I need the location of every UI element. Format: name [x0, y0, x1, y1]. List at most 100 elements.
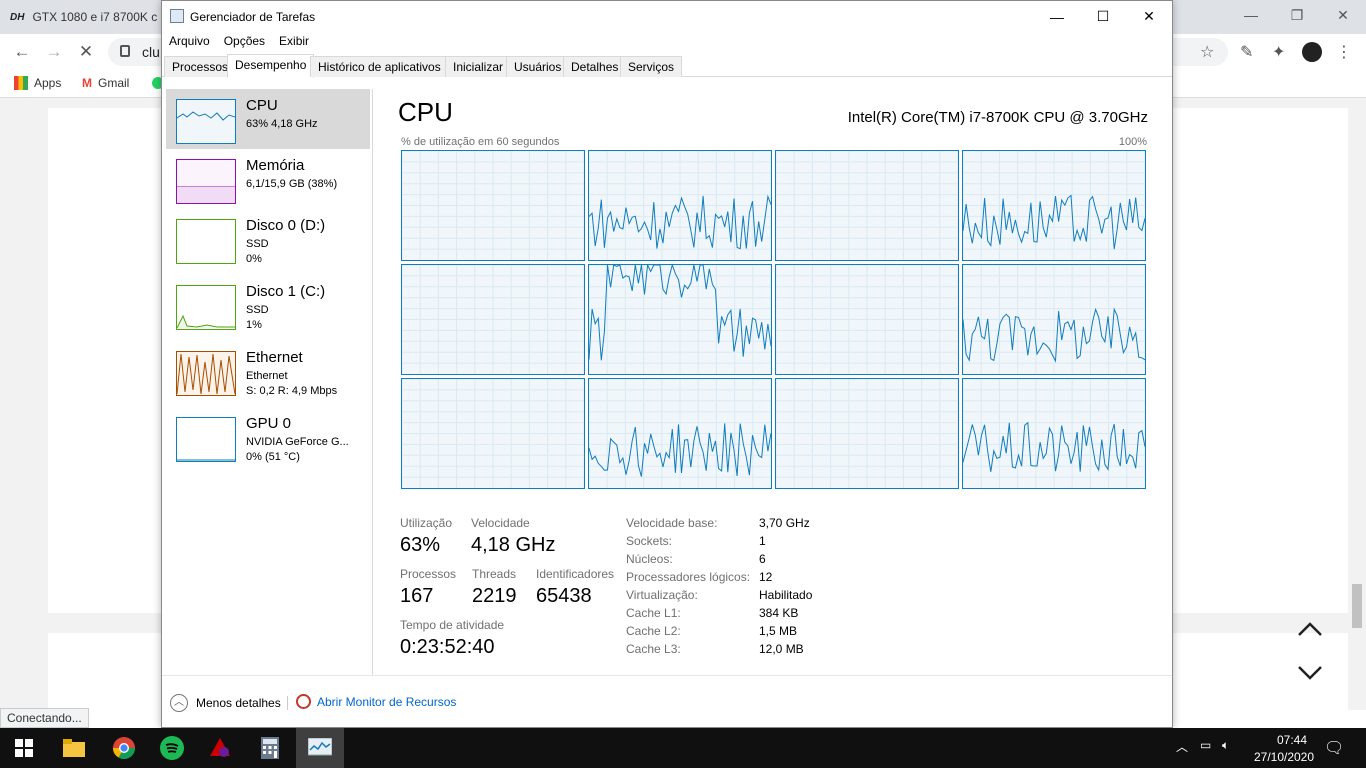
tab-historico[interactable]: Histórico de aplicativos	[310, 56, 449, 77]
sidebar-item-label: Disco 1 (C:)	[246, 283, 326, 300]
task-manager-taskbar-icon[interactable]	[296, 728, 344, 768]
browser-menu-icon[interactable]: ⋮	[1336, 42, 1352, 62]
bookmark-apps[interactable]: Apps	[14, 76, 61, 90]
core-graph-5	[401, 264, 585, 375]
core-graph-4	[962, 150, 1146, 261]
handles-value: 65438	[536, 585, 592, 607]
clock-date[interactable]: 27/10/2020	[1248, 750, 1320, 764]
chrome-icon[interactable]	[100, 728, 148, 768]
core-graph-9	[401, 378, 585, 489]
menu-exibir[interactable]: Exibir	[272, 32, 316, 52]
spotify-icon[interactable]	[148, 728, 196, 768]
page-scrollbar[interactable]	[1352, 584, 1362, 628]
threads-label: Threads	[472, 567, 517, 581]
spec-value: 1,5 MB	[759, 624, 798, 638]
core-graph-11	[775, 378, 959, 489]
page-title: CPU	[398, 97, 453, 127]
tab-usuarios[interactable]: Usuários	[506, 56, 570, 77]
spec-value: 6	[759, 552, 766, 566]
volume-muted-icon[interactable]: 🔈︎	[1222, 738, 1229, 753]
stop-loading-icon[interactable]: ✕	[74, 42, 98, 62]
bookmark-gmail-label: Gmail	[98, 76, 130, 90]
memory-mini-graph	[176, 159, 236, 204]
tab-servicos[interactable]: Serviços	[620, 56, 683, 77]
tab-detalhes[interactable]: Detalhes	[563, 56, 627, 77]
core-graph-8	[962, 264, 1146, 375]
minimize-button[interactable]: —	[1034, 1, 1080, 32]
back-arrow-icon[interactable]: ←	[10, 42, 34, 62]
core-graph-3	[775, 150, 959, 261]
tab-desempenho[interactable]: Desempenho	[227, 54, 315, 78]
scroll-up-chevron-icon[interactable]	[1296, 618, 1324, 642]
menu-bar: Arquivo Opções Exibir	[162, 32, 316, 52]
resource-monitor-icon	[296, 694, 311, 709]
sidebar-item-memoria[interactable]: Memória 6,1/15,9 GB (38%)	[166, 149, 370, 209]
spec-value: Habilitado	[759, 588, 813, 602]
sidebar-item-sub: Ethernet S: 0,2 R: 4,9 Mbps	[246, 370, 338, 397]
puzzle-icon[interactable]: ✦	[1272, 42, 1285, 62]
task-manager-app-icon	[170, 9, 184, 23]
sidebar-item-sub: SSD 0%	[246, 238, 269, 265]
menu-arquivo[interactable]: Arquivo	[162, 32, 217, 52]
app-icon[interactable]	[196, 728, 244, 768]
sidebar-item-disco1[interactable]: Disco 1 (C:) SSD 1%	[166, 275, 370, 335]
network-icon[interactable]: ▭	[1200, 738, 1211, 752]
address-text[interactable]: clu	[142, 44, 160, 60]
resource-monitor-link[interactable]: Abrir Monitor de Recursos	[296, 694, 456, 709]
uptime-value: 0:23:52:40	[400, 636, 495, 658]
sidebar-item-label: Ethernet	[246, 349, 303, 366]
spec-key: Sockets:	[626, 534, 673, 548]
lock-icon	[120, 45, 130, 57]
resource-monitor-label: Abrir Monitor de Recursos	[317, 694, 457, 709]
spec-key: Virtualização:	[626, 588, 698, 602]
profile-avatar[interactable]	[1302, 42, 1322, 62]
notifications-icon[interactable]: 🗨︎	[1324, 738, 1344, 758]
clock-time[interactable]: 07:44	[1262, 733, 1322, 747]
sidebar-item-ethernet[interactable]: Ethernet Ethernet S: 0,2 R: 4,9 Mbps	[166, 341, 370, 401]
maximize-button[interactable]: ☐	[1080, 1, 1126, 32]
browser-close-button[interactable]: ✕	[1320, 0, 1366, 30]
windows-start-icon[interactable]	[0, 728, 48, 768]
util-label: Utilização	[400, 516, 453, 530]
spec-key: Cache L2:	[626, 624, 681, 638]
sidebar-item-label: GPU 0	[246, 415, 292, 432]
calculator-icon[interactable]	[246, 728, 294, 768]
tab-processos[interactable]: Processos	[164, 56, 237, 77]
sidebar-item-sub: NVIDIA GeForce G... 0% (51 °C)	[246, 436, 349, 463]
sidebar-item-disco0[interactable]: Disco 0 (D:) SSD 0%	[166, 209, 370, 269]
spec-value: 384 KB	[759, 606, 799, 620]
task-manager-titlebar[interactable]: Gerenciador de Tarefas	[162, 1, 1172, 32]
browser-tab[interactable]: DH GTX 1080 e i7 8700K c	[10, 6, 157, 28]
less-details-label: Menos detalhes	[196, 696, 281, 710]
tab-inicializar[interactable]: Inicializar	[445, 56, 512, 77]
sidebar-item-gpu0[interactable]: GPU 0 NVIDIA GeForce G... 0% (51 °C)	[166, 407, 370, 467]
graph-max-label: 100%	[1118, 136, 1147, 148]
tray-chevron-up-icon[interactable]: ︿	[1176, 738, 1188, 755]
sidebar-item-cpu[interactable]: CPU 63% 4,18 GHz	[166, 89, 370, 149]
file-explorer-icon[interactable]	[50, 728, 98, 768]
sidebar-divider	[372, 89, 373, 675]
spec-key: Cache L3:	[626, 642, 681, 656]
window-title: Gerenciador de Tarefas	[190, 9, 316, 24]
core-graph-6	[588, 264, 772, 375]
sidebar-item-label: Disco 0 (D:)	[246, 217, 326, 234]
scroll-down-chevron-icon[interactable]	[1296, 660, 1324, 684]
browser-restore-button[interactable]: ❐	[1274, 0, 1320, 30]
close-button[interactable]: ✕	[1126, 1, 1172, 32]
cpu-core-graphs	[401, 150, 1148, 492]
forward-arrow-icon[interactable]: →	[42, 42, 66, 62]
status-bar: Conectando...	[0, 708, 89, 728]
apps-grid-icon	[14, 76, 28, 90]
menu-opcoes[interactable]: Opções	[217, 32, 272, 52]
browser-tab-title: GTX 1080 e i7 8700K c	[32, 10, 158, 24]
less-details-button[interactable]: ︿ Menos detalhes	[170, 694, 281, 712]
sidebar-item-label: CPU	[246, 97, 278, 114]
browser-minimize-button[interactable]: —	[1228, 0, 1274, 30]
processes-label: Processos	[400, 567, 457, 581]
bookmark-gmail[interactable]: M Gmail	[82, 76, 129, 90]
sidebar-item-label: Memória	[246, 157, 305, 174]
bookmark-star-icon[interactable]: ☆	[1200, 42, 1214, 62]
extension-icon[interactable]: ✎	[1240, 42, 1253, 62]
spec-key: Velocidade base:	[626, 516, 718, 530]
spec-key: Cache L1:	[626, 606, 681, 620]
